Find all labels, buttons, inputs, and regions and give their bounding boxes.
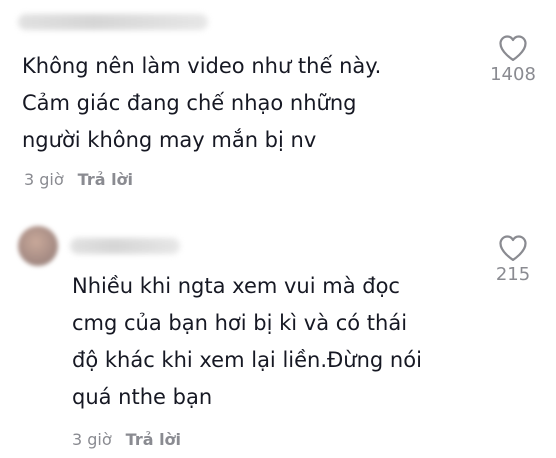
comment-meta: 3 giờ Trả lời [24, 170, 133, 189]
comment-meta: 3 giờ Trả lời [72, 430, 181, 449]
comment-time: 3 giờ [72, 430, 112, 449]
like-count: 1408 [490, 64, 536, 85]
heart-outline-icon[interactable] [498, 34, 528, 62]
comment-text: Nhiều khi ngta xem vui mà đọc cmg của bạ… [72, 274, 422, 409]
comment-text: Không nên làm video như thế này. Cảm giá… [22, 54, 382, 152]
comment-time: 3 giờ [24, 170, 64, 189]
reply-button[interactable]: Trả lời [78, 170, 133, 189]
comment-item: Không nên làm video như thế này. Cảm giá… [0, 0, 556, 212]
comment-item: Nhiều khi ngta xem vui mà đọc cmg của bạ… [0, 212, 556, 458]
blurred-username [70, 238, 180, 254]
like-control: 1408 [483, 34, 543, 85]
avatar[interactable] [18, 226, 58, 266]
heart-outline-icon[interactable] [498, 234, 528, 262]
reply-button[interactable]: Trả lời [126, 430, 181, 449]
like-count: 215 [495, 264, 531, 285]
blurred-username [18, 14, 208, 30]
like-control: 215 [483, 234, 543, 285]
